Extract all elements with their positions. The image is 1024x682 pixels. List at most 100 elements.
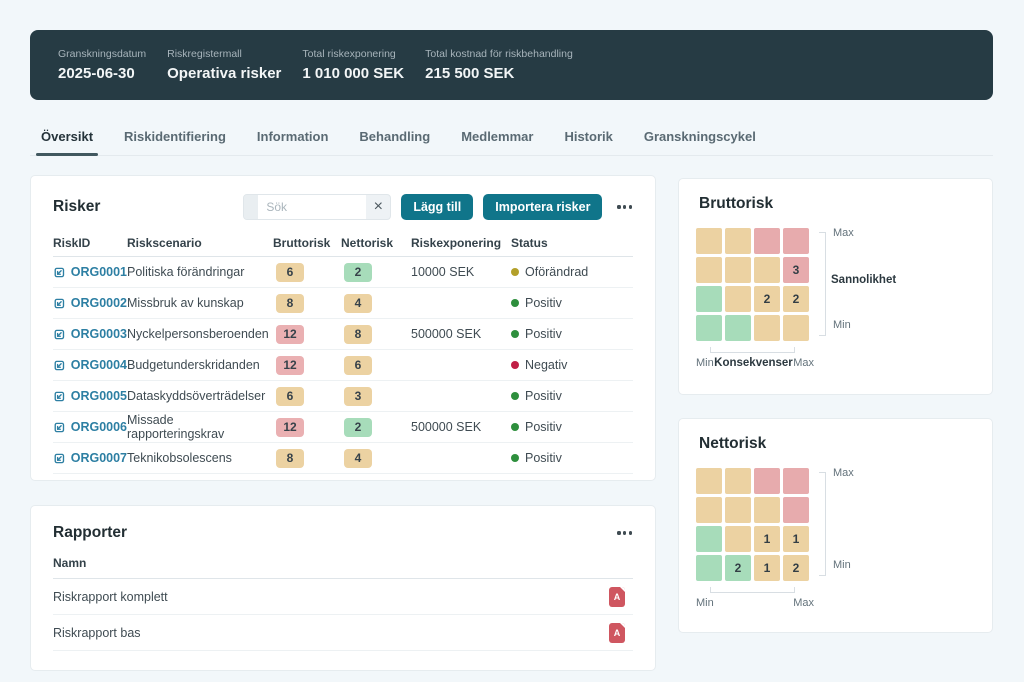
- summary-label: Granskningsdatum: [58, 48, 146, 60]
- tab-information[interactable]: Information: [246, 118, 340, 155]
- column-header: Bruttorisk: [273, 236, 341, 250]
- risk-id-link[interactable]: ORG0006: [53, 420, 127, 434]
- status-dot: [511, 330, 519, 338]
- table-row: ORG0001Politiska förändringar6210000 SEK…: [53, 257, 633, 288]
- matrix-cell: 1: [754, 526, 780, 552]
- table-row: ORG0005Dataskyddsöverträdelser63Positiv: [53, 381, 633, 412]
- matrix-cell: [783, 497, 809, 523]
- report-row[interactable]: Riskrapport komplett A: [53, 579, 633, 615]
- open-risk-icon: [53, 452, 66, 465]
- matrix-cell: [725, 228, 751, 254]
- matrix-cell: [783, 468, 809, 494]
- bruttorisk-title: Bruttorisk: [699, 195, 773, 213]
- risk-scenario: Teknikobsolescens: [127, 451, 273, 465]
- bruttorisk-badge: 12: [276, 325, 304, 344]
- risk-id-text: ORG0006: [71, 420, 127, 434]
- tab-historik[interactable]: Historik: [553, 118, 623, 155]
- status-label: Oförändrad: [525, 265, 588, 279]
- risk-exposure: 500000 SEK: [411, 327, 511, 341]
- reports-list: Riskrapport komplett A Riskrapport bas A: [53, 579, 633, 651]
- status-label: Positiv: [525, 327, 562, 341]
- risk-id-text: ORG0007: [71, 451, 127, 465]
- matrix-cell: [696, 497, 722, 523]
- matrix-cell: [754, 228, 780, 254]
- report-name: Riskrapport bas: [53, 626, 141, 640]
- column-header: Status: [511, 236, 633, 250]
- table-row: ORG0003Nyckelpersonsberoenden12 8 500000 S…: [53, 319, 633, 350]
- search-input[interactable]: [258, 195, 366, 219]
- add-risk-button[interactable]: Lägg till: [401, 194, 473, 220]
- matrix-cell: [725, 497, 751, 523]
- risk-id-text: ORG0005: [71, 389, 127, 403]
- tab-granskningscykel[interactable]: Granskningscykel: [633, 118, 767, 155]
- tab-medlemmar[interactable]: Medlemmar: [450, 118, 544, 155]
- matrix-cell: 2: [754, 286, 780, 312]
- probability-axis-bracket: [819, 472, 826, 576]
- status-cell: Positiv: [511, 389, 633, 403]
- status-dot: [511, 454, 519, 462]
- summary-value: Operativa risker: [167, 65, 281, 82]
- matrix-cell: 1: [783, 526, 809, 552]
- report-name: Riskrapport komplett: [53, 590, 168, 604]
- summary-value: 1 010 000 SEK: [302, 65, 404, 82]
- matrix-cell: [783, 228, 809, 254]
- nettorisk-badge: 8: [344, 325, 372, 344]
- matrix-cell: [725, 468, 751, 494]
- tab-riskidentifiering[interactable]: Riskidentifiering: [113, 118, 237, 155]
- report-row[interactable]: Riskrapport bas A: [53, 615, 633, 651]
- open-risk-icon: [53, 328, 66, 341]
- open-risk-icon: [53, 390, 66, 403]
- summary-label: Riskregistermall: [167, 48, 281, 60]
- consequence-axis-labels: Min Max: [696, 597, 814, 609]
- search-box[interactable]: ×: [243, 194, 391, 220]
- risk-id-link[interactable]: ORG0007: [53, 451, 127, 465]
- bruttorisk-badge: 6: [276, 387, 304, 406]
- nettorisk-badge: 2: [344, 418, 372, 437]
- open-risk-icon: [53, 266, 66, 279]
- bruttorisk-badge: 8: [276, 449, 304, 468]
- risk-id-link[interactable]: ORG0002: [53, 296, 127, 310]
- more-menu-icon[interactable]: [612, 200, 637, 213]
- risk-id-link[interactable]: ORG0004: [53, 358, 127, 372]
- risk-id-text: ORG0001: [71, 265, 127, 279]
- risk-id-link[interactable]: ORG0001: [53, 265, 127, 279]
- tab-oversikt[interactable]: Översikt: [30, 118, 104, 155]
- nettorisk-panel: Nettorisk 11212 Max Min Min Max: [678, 418, 993, 633]
- axis-label-min: Min: [833, 319, 851, 331]
- report-file-icon[interactable]: A: [609, 623, 625, 643]
- risk-scenario: Missade rapporteringskrav: [127, 413, 273, 441]
- nettorisk-badge: 4: [344, 294, 372, 313]
- table-row: ORG0006Missade rapporteringskrav12250000…: [53, 412, 633, 443]
- matrix-cell: [725, 315, 751, 341]
- risk-scenario: Politiska förändringar: [127, 265, 273, 279]
- bruttorisk-badge: 8: [276, 294, 304, 313]
- search-prefix: [244, 195, 258, 219]
- clear-search-icon[interactable]: ×: [366, 195, 390, 219]
- report-file-icon[interactable]: A: [609, 587, 625, 607]
- axis-label-probability: Sannolikhet: [831, 274, 896, 286]
- matrix-cell: [696, 555, 722, 581]
- status-cell: Positiv: [511, 327, 633, 341]
- status-cell: Positiv: [511, 420, 633, 434]
- summary-value: 215 500 SEK: [425, 65, 573, 82]
- status-dot: [511, 423, 519, 431]
- tab-behandling[interactable]: Behandling: [348, 118, 441, 155]
- open-risk-icon: [53, 359, 66, 372]
- axis-label-max: Max: [833, 227, 854, 239]
- risk-scenario: Dataskyddsöverträdelser: [127, 389, 273, 403]
- reports-panel-header: Rapporter: [31, 506, 655, 548]
- risk-id-link[interactable]: ORG0003: [53, 327, 127, 341]
- reports-title: Rapporter: [53, 524, 127, 542]
- reports-more-menu-icon[interactable]: [612, 526, 637, 539]
- status-cell: Oförändrad: [511, 265, 633, 279]
- risk-id-text: ORG0004: [71, 358, 127, 372]
- matrix-cell: [725, 257, 751, 283]
- risk-exposure: 10000 SEK: [411, 265, 511, 279]
- risk-scenario: Nyckelpersonsberoenden: [127, 327, 273, 341]
- summary-item: Total riskexponering1 010 000 SEK: [302, 48, 404, 82]
- summary-bar: Granskningsdatum2025-06-30Riskregisterma…: [30, 30, 993, 100]
- status-dot: [511, 268, 519, 276]
- matrix-cell: 2: [783, 555, 809, 581]
- import-risks-button[interactable]: Importera risker: [483, 194, 602, 220]
- risk-id-link[interactable]: ORG0005: [53, 389, 127, 403]
